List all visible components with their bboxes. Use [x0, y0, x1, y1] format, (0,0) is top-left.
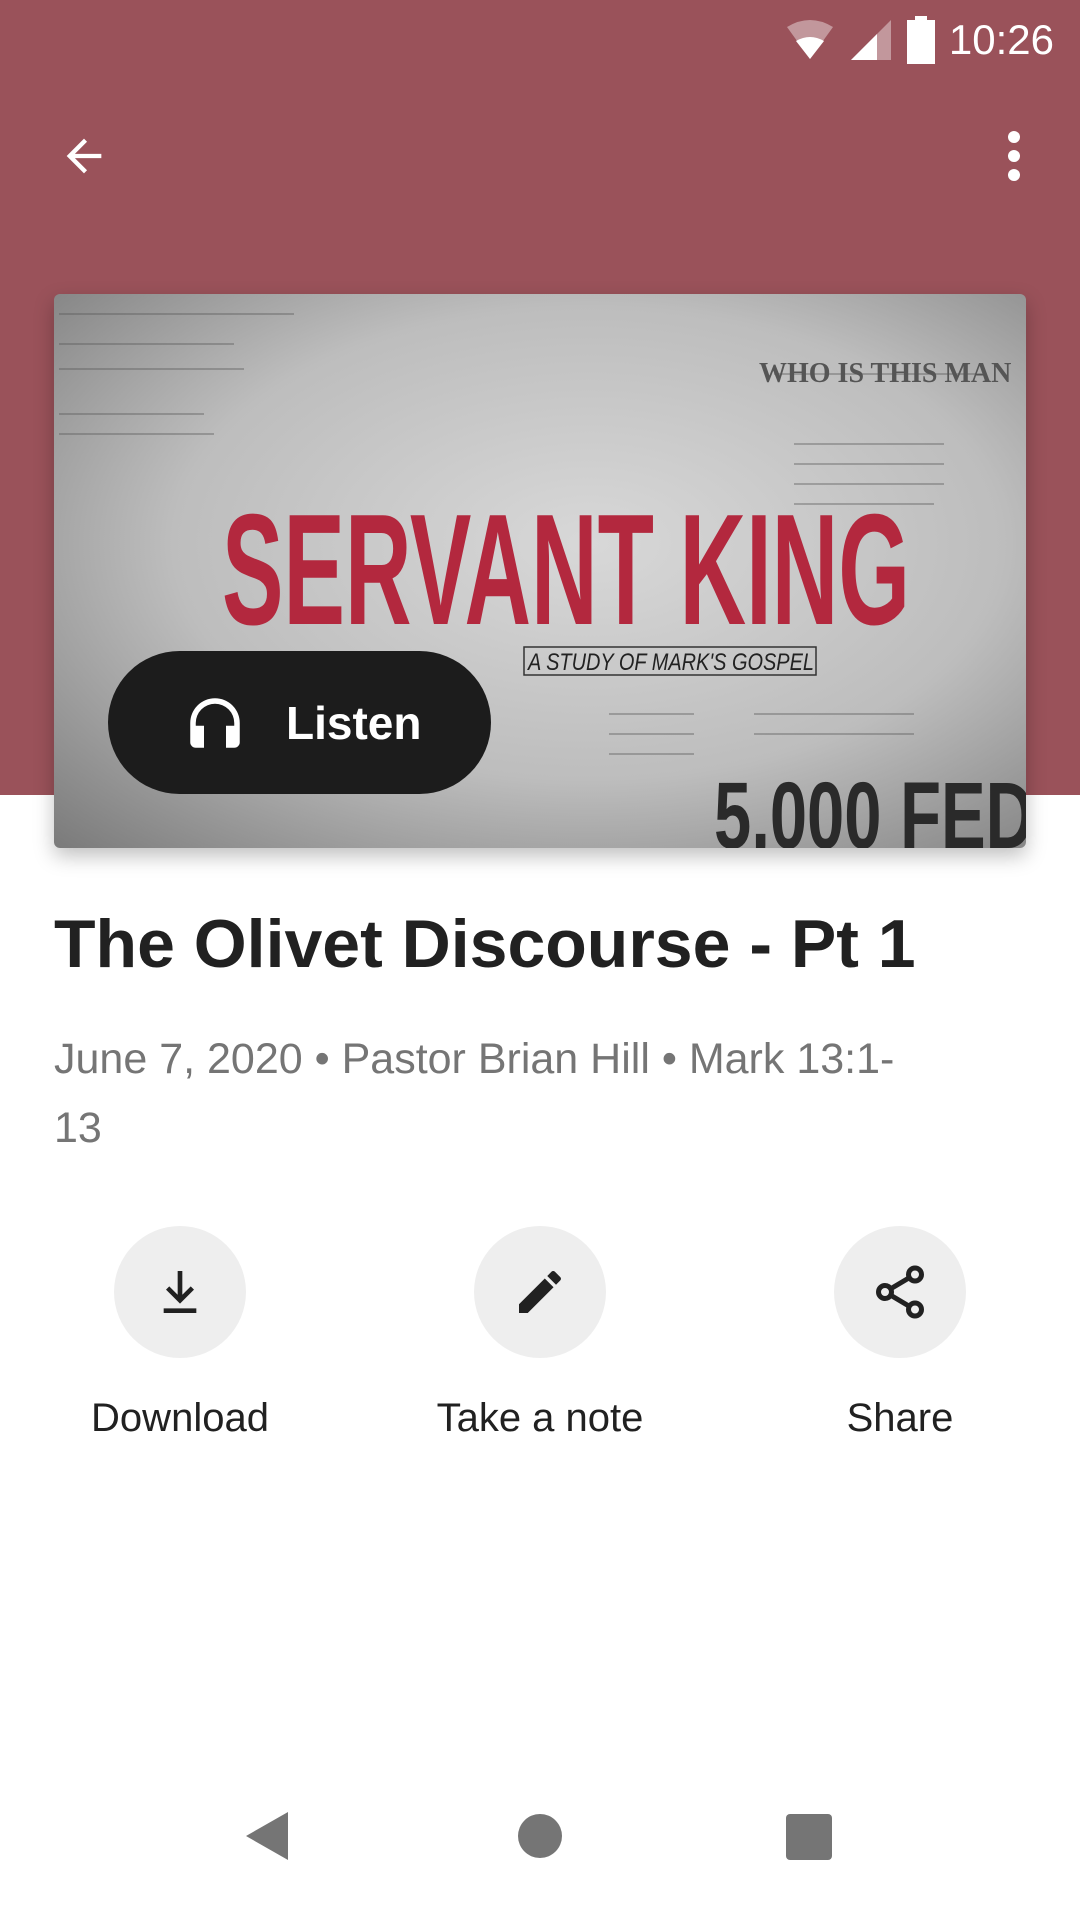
- nav-back-icon: [246, 1812, 288, 1860]
- take-note-circle[interactable]: [474, 1226, 606, 1358]
- nav-home-button[interactable]: [518, 1814, 562, 1863]
- back-button[interactable]: [44, 116, 124, 196]
- artwork-bottom-text: 5,000 FED: [714, 763, 1026, 848]
- nav-home-icon: [518, 1814, 562, 1858]
- take-note-label: Take a note: [436, 1396, 644, 1440]
- download-circle[interactable]: [114, 1226, 246, 1358]
- sermon-meta: June 7, 2020 • Pastor Brian Hill • Mark …: [54, 1035, 895, 1152]
- headphones-icon: [190, 697, 240, 748]
- listen-label: Listen: [286, 696, 422, 749]
- artwork-corner-text: WHO IS THIS MAN: [759, 358, 1011, 389]
- arrow-left-icon: [66, 138, 102, 174]
- share-circle[interactable]: [834, 1226, 966, 1358]
- download-button[interactable]: Download: [30, 1226, 330, 1441]
- status-bar: 10:26: [785, 0, 1080, 80]
- share-button[interactable]: Share: [750, 1226, 1050, 1441]
- wifi-icon: [786, 20, 833, 59]
- download-icon: [163, 1271, 197, 1313]
- more-options-button[interactable]: [974, 116, 1054, 196]
- artwork-subtitle: A STUDY OF MARK'S GOSPEL: [526, 649, 814, 676]
- nav-recents-icon: [786, 1814, 832, 1860]
- battery-icon: [906, 16, 935, 64]
- download-label: Download: [91, 1396, 269, 1440]
- pencil-icon: [519, 1270, 561, 1313]
- share-icon: [876, 1265, 924, 1319]
- navigation-bar: [0, 1810, 1080, 1890]
- signal-icon: [850, 20, 891, 60]
- status-time: 10:26: [948, 16, 1054, 63]
- take-note-button[interactable]: Take a note: [390, 1226, 690, 1441]
- listen-button[interactable]: Listen: [108, 651, 491, 794]
- artwork-title: SERVANT KING: [222, 482, 910, 658]
- nav-back-button[interactable]: [244, 1810, 290, 1867]
- sermon-title: The Olivet Discourse - Pt 1: [54, 906, 916, 982]
- nav-recents-button[interactable]: [786, 1814, 832, 1865]
- more-vert-icon: [1008, 131, 1020, 181]
- share-label: Share: [846, 1396, 954, 1440]
